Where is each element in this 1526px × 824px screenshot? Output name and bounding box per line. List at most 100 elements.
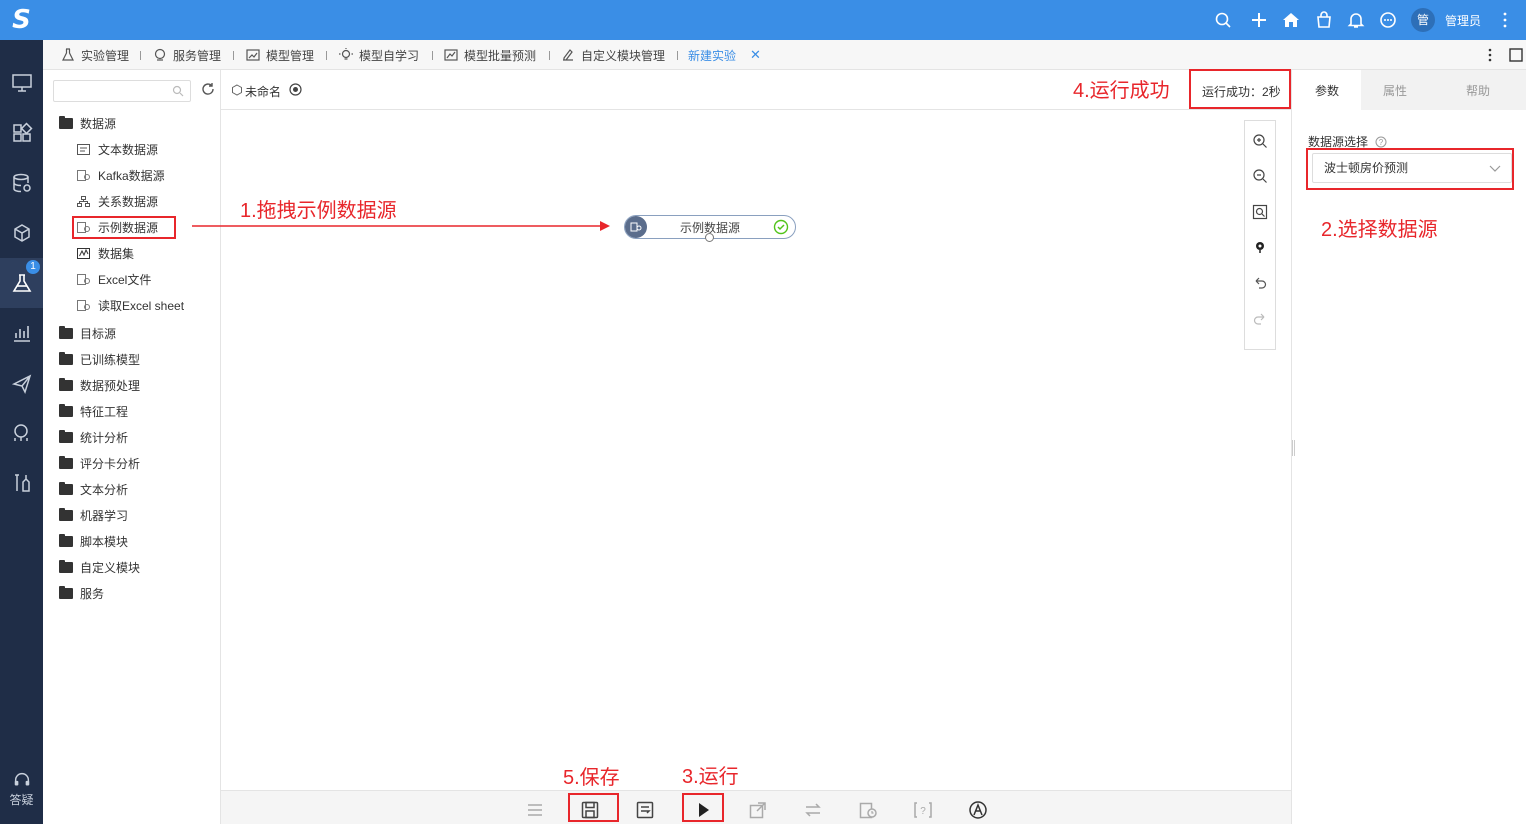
search-input[interactable] bbox=[53, 80, 191, 102]
folder-icon bbox=[59, 325, 73, 339]
datasource-node-icon bbox=[625, 216, 647, 238]
help-nav-item[interactable]: 答疑 bbox=[0, 770, 43, 820]
tree-label: 数据源 bbox=[80, 116, 117, 131]
chat-icon[interactable] bbox=[1378, 10, 1398, 30]
annotation-step2: 2.选择数据源 bbox=[1321, 219, 1438, 241]
tree-folder-datasource[interactable]: 数据源 bbox=[59, 113, 116, 133]
undo-icon[interactable] bbox=[1252, 275, 1268, 291]
tree-folder-services[interactable]: 服务 bbox=[59, 583, 104, 603]
field-label: 数据源选择 bbox=[1308, 135, 1369, 149]
tab-model-management[interactable]: 模型管理 bbox=[246, 46, 314, 64]
tree-folder-script-modules[interactable]: 脚本模块 bbox=[59, 531, 128, 551]
list-icon[interactable] bbox=[525, 800, 545, 820]
tab-properties[interactable]: 属性 bbox=[1361, 70, 1429, 110]
model-icon bbox=[246, 49, 260, 61]
help-bracket-icon[interactable]: ? bbox=[913, 800, 933, 820]
tree-folder-scorecard[interactable]: 评分卡分析 bbox=[59, 453, 140, 473]
folder-icon bbox=[59, 429, 73, 443]
tree-folder-trained-models[interactable]: 已训练模型 bbox=[59, 349, 140, 369]
sync-icon[interactable] bbox=[803, 800, 823, 820]
annotation-step3: 3.运行 bbox=[682, 766, 739, 788]
close-icon[interactable]: ✕ bbox=[750, 47, 761, 63]
search-icon[interactable] bbox=[172, 85, 184, 97]
tab-params[interactable]: 参数 bbox=[1293, 70, 1361, 110]
redo-icon[interactable] bbox=[1252, 311, 1268, 327]
locate-icon[interactable] bbox=[1252, 239, 1268, 255]
tree-folder-statistics[interactable]: 统计分析 bbox=[59, 427, 128, 447]
annotation-step1: 1.拖拽示例数据源 bbox=[240, 200, 397, 222]
tab-model-self-learning[interactable]: 模型自学习 bbox=[339, 46, 419, 64]
output-port[interactable] bbox=[705, 233, 714, 242]
auto-layout-icon[interactable] bbox=[968, 800, 988, 820]
tree-folder-preprocessing[interactable]: 数据预处理 bbox=[59, 375, 140, 395]
zoom-out-icon[interactable] bbox=[1252, 168, 1268, 184]
refresh-icon[interactable] bbox=[200, 81, 216, 97]
notification-badge: 1 bbox=[26, 260, 40, 274]
folder-icon bbox=[59, 377, 73, 391]
more-vertical-icon[interactable] bbox=[1483, 47, 1497, 63]
experiment-cube-icon bbox=[232, 84, 242, 96]
annotation-box-sample-datasource bbox=[72, 216, 176, 239]
tab-new-experiment[interactable]: 新建实验 ✕ bbox=[688, 46, 761, 64]
fit-screen-icon[interactable] bbox=[1252, 204, 1268, 220]
tools-icon[interactable] bbox=[0, 458, 43, 508]
database-icon[interactable] bbox=[0, 158, 43, 208]
tree-label: 数据预处理 bbox=[80, 378, 141, 393]
app-logo[interactable]: S bbox=[0, 0, 43, 40]
zoom-toolbar bbox=[1244, 120, 1276, 350]
search-icon[interactable] bbox=[1213, 10, 1233, 30]
bag-icon[interactable] bbox=[1314, 10, 1334, 30]
svg-text:?: ? bbox=[920, 806, 926, 817]
tree-item-kafka-datasource[interactable]: Kafka数据源 bbox=[77, 165, 165, 185]
tab-label: 实验管理 bbox=[81, 48, 130, 63]
question-icon[interactable]: ? bbox=[1375, 136, 1387, 148]
experiment-name[interactable]: 未命名 bbox=[245, 83, 281, 100]
tree-label: 特征工程 bbox=[80, 404, 129, 419]
tree-item-excel-file[interactable]: Excel文件 bbox=[77, 269, 151, 289]
tab-batch-prediction[interactable]: 模型批量预测 bbox=[444, 46, 536, 64]
maximize-icon[interactable] bbox=[1508, 47, 1524, 63]
tree-folder-text-analysis[interactable]: 文本分析 bbox=[59, 479, 128, 499]
tab-service-management[interactable]: 服务管理 bbox=[153, 46, 221, 64]
plus-icon[interactable] bbox=[1249, 10, 1269, 30]
tree-folder-target-source[interactable]: 目标源 bbox=[59, 323, 116, 343]
target-icon[interactable] bbox=[289, 83, 302, 96]
chart-icon[interactable] bbox=[0, 308, 43, 358]
tab-label: 模型批量预测 bbox=[464, 48, 537, 63]
grid-icon[interactable] bbox=[0, 108, 43, 158]
tree-item-read-excel-sheet[interactable]: 读取Excel sheet bbox=[77, 295, 184, 315]
send-icon[interactable] bbox=[0, 358, 43, 408]
tree-folder-feature-engineering[interactable]: 特征工程 bbox=[59, 401, 128, 421]
left-nav: S 1 答疑 bbox=[0, 0, 43, 824]
folder-icon bbox=[59, 115, 73, 129]
export-icon[interactable] bbox=[748, 800, 768, 820]
more-vertical-icon[interactable] bbox=[1495, 10, 1515, 30]
avatar[interactable]: 管 bbox=[1411, 8, 1435, 32]
save-as-icon[interactable] bbox=[635, 800, 655, 820]
home-icon[interactable] bbox=[1281, 10, 1301, 30]
tree-item-dataset[interactable]: 数据集 bbox=[77, 243, 134, 263]
tab-custom-module-management[interactable]: 自定义模块管理 bbox=[561, 46, 665, 64]
tree-folder-custom-modules[interactable]: 自定义模块 bbox=[59, 557, 140, 577]
monitor-icon[interactable] bbox=[0, 58, 43, 108]
username[interactable]: 管理员 bbox=[1445, 12, 1481, 29]
sample-datasource-node[interactable]: 示例数据源 bbox=[624, 215, 796, 242]
tab-experiment-management[interactable]: 实验管理 bbox=[61, 46, 129, 64]
tree-item-relational-datasource[interactable]: 关系数据源 bbox=[77, 191, 158, 211]
resize-handle[interactable] bbox=[1292, 440, 1295, 456]
tree-folder-machine-learning[interactable]: 机器学习 bbox=[59, 505, 128, 525]
analysis-icon[interactable] bbox=[0, 408, 43, 458]
annotation-step4: 4.运行成功 bbox=[1073, 80, 1170, 102]
folder-icon bbox=[59, 481, 73, 495]
tab-bar: 实验管理 服务管理 模型管理 模型自学习 模型批量预测 自定义模块管理 新建实验… bbox=[43, 40, 1526, 70]
tree-label: 已训练模型 bbox=[80, 352, 141, 367]
bell-icon[interactable] bbox=[1346, 10, 1366, 30]
tree-item-text-datasource[interactable]: 文本数据源 bbox=[77, 139, 158, 159]
zoom-in-icon[interactable] bbox=[1252, 133, 1268, 149]
tab-help[interactable]: 帮助 bbox=[1429, 70, 1526, 110]
schedule-icon[interactable] bbox=[858, 800, 878, 820]
help-label: 答疑 bbox=[9, 793, 34, 807]
tree-label: 服务 bbox=[80, 586, 105, 601]
cube-icon[interactable] bbox=[0, 208, 43, 258]
annotation-step5: 5.保存 bbox=[563, 767, 620, 789]
